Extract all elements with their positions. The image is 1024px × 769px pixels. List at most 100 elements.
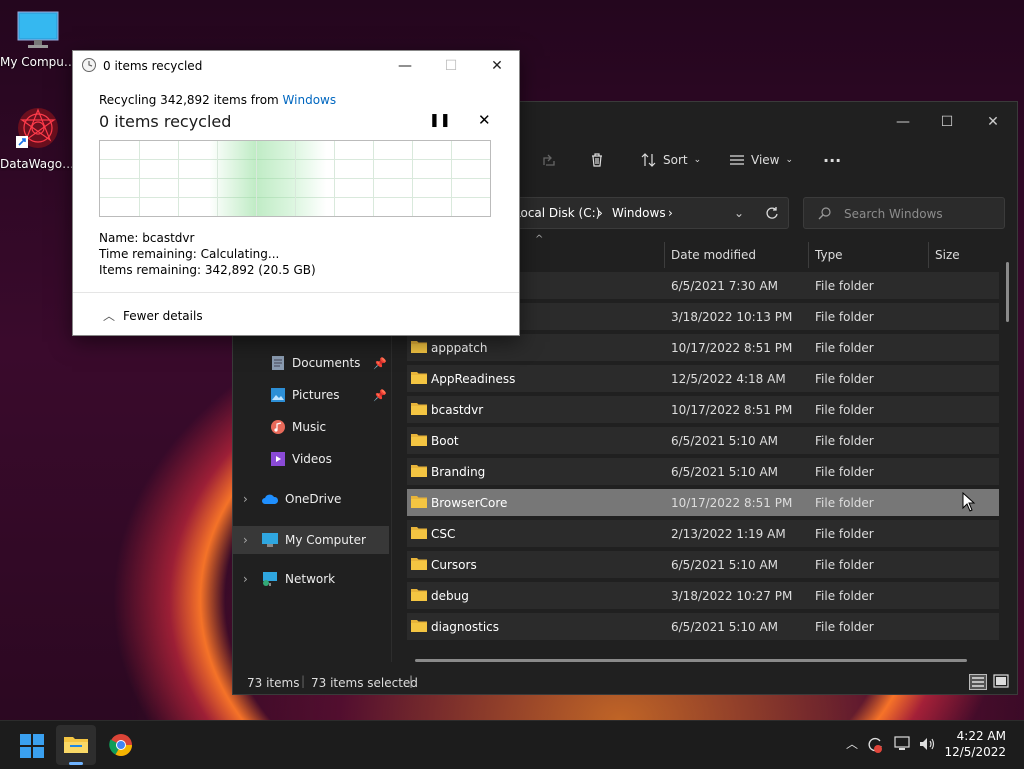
file-type: File folder: [815, 372, 874, 386]
selected-count: 73 items selected: [311, 676, 418, 690]
expand-chevron-icon[interactable]: ›: [243, 572, 253, 586]
file-date: 2/13/2022 1:19 AM: [671, 527, 786, 541]
desktop-icon-label: My Computer: [0, 55, 76, 69]
file-name: Cursors: [431, 558, 477, 572]
file-type: File folder: [815, 496, 874, 510]
nav-item-pictures[interactable]: Pictures 📌: [233, 381, 389, 409]
monitor-icon: [17, 11, 59, 48]
progress-heading: 0 items recycled: [99, 112, 232, 131]
nav-item-documents[interactable]: Documents 📌: [233, 349, 389, 377]
column-size[interactable]: Size: [935, 242, 960, 268]
source-folder-link[interactable]: Windows: [283, 93, 337, 107]
nav-item-music[interactable]: Music: [233, 413, 389, 441]
file-date: 6/5/2021 5:10 AM: [671, 558, 779, 572]
videos-icon: [271, 452, 285, 466]
nav-label: OneDrive: [285, 492, 342, 506]
network-status-icon[interactable]: [894, 736, 912, 752]
pause-button[interactable]: ❚❚: [429, 113, 451, 128]
tiles-view-icon[interactable]: [993, 674, 1009, 690]
expand-chevron-icon[interactable]: ›: [243, 492, 253, 506]
file-type: File folder: [815, 403, 874, 417]
nav-item-onedrive[interactable]: › OneDrive: [233, 485, 389, 513]
desktop-icon-label: DataWagon...: [0, 157, 76, 171]
volume-icon[interactable]: [918, 736, 936, 752]
fewer-details-label: Fewer details: [123, 309, 203, 323]
file-date: 6/5/2021 7:30 AM: [671, 279, 779, 293]
file-name: debug: [431, 589, 469, 603]
table-row[interactable]: CSC 2/13/2022 1:19 AM File folder: [407, 520, 999, 547]
more-icon: ···: [823, 150, 842, 170]
taskbar-file-explorer-button[interactable]: [56, 725, 96, 765]
horizontal-scrollbar[interactable]: [415, 659, 967, 662]
minimize-button[interactable]: —: [889, 108, 917, 136]
desktop-icon-datawagon[interactable]: DataWagon...: [0, 106, 76, 171]
table-row[interactable]: diagnostics 6/5/2021 5:10 AM File folder: [407, 613, 999, 640]
fewer-details-button[interactable]: ︿ Fewer details: [103, 307, 203, 324]
onedrive-cloud-icon: [262, 494, 279, 504]
chrome-icon[interactable]: [109, 733, 133, 757]
detail-items-value: 342,892 (20.5 GB): [204, 263, 316, 277]
clock[interactable]: 4:22 AM 12/5/2022: [944, 728, 1006, 760]
search-icon: [818, 207, 831, 220]
maximize-button[interactable]: ☐: [933, 108, 961, 136]
address-history-chevron-icon[interactable]: ⌄: [734, 206, 744, 220]
file-date: 12/5/2022 4:18 AM: [671, 372, 786, 386]
folder-icon: [411, 403, 427, 415]
start-windows-icon[interactable]: [20, 734, 44, 758]
detail-items-label: Items remaining:: [99, 263, 202, 277]
nav-item-videos[interactable]: Videos: [233, 445, 389, 473]
dialog-minimize-button[interactable]: —: [393, 55, 417, 77]
breadcrumb-windows[interactable]: Windows: [612, 206, 666, 220]
search-input[interactable]: [842, 204, 996, 224]
file-name: apppatch: [431, 341, 488, 355]
vertical-scrollbar[interactable]: [1006, 262, 1009, 322]
dialog-close-button[interactable]: ✕: [485, 55, 509, 77]
folder-icon: [411, 465, 427, 477]
table-row[interactable]: apppatch 10/17/2022 8:51 PM File folder: [407, 334, 999, 361]
column-type[interactable]: Type: [815, 242, 843, 268]
chevron-up-icon: ︿: [103, 309, 116, 323]
cancel-button[interactable]: ✕: [478, 111, 491, 129]
detail-name-value: bcastdvr: [142, 231, 195, 245]
expand-chevron-icon[interactable]: ›: [243, 533, 253, 547]
sort-button[interactable]: Sort ⌄: [641, 142, 701, 178]
nav-item-my-computer[interactable]: › My Computer: [233, 526, 389, 554]
mouse-cursor-icon: [962, 492, 976, 512]
sync-alert-icon[interactable]: [866, 736, 884, 754]
close-button[interactable]: ✕: [979, 108, 1007, 136]
status-bar: 73 items | 73 items selected |: [233, 668, 1017, 694]
delete-button[interactable]: [589, 142, 605, 178]
show-hidden-icons-chevron-icon[interactable]: ︿: [846, 735, 858, 752]
nav-label: Music: [292, 420, 327, 434]
breadcrumb-separator-icon: ›: [668, 206, 673, 220]
search-box[interactable]: [803, 197, 1005, 229]
share-button[interactable]: [541, 142, 557, 178]
recycle-source-line: Recycling 342,892 items from Windows: [99, 93, 336, 107]
dialog-maximize-button[interactable]: ☐: [439, 55, 463, 77]
nav-item-network[interactable]: › Network: [233, 565, 389, 593]
file-type: File folder: [815, 434, 874, 448]
table-row[interactable]: Boot 6/5/2021 5:10 AM File folder: [407, 427, 999, 454]
table-row[interactable]: bcastdvr 10/17/2022 8:51 PM File folder: [407, 396, 999, 423]
nav-label: My Computer: [285, 533, 366, 547]
see-more-button[interactable]: ···: [823, 142, 841, 178]
pictures-icon: [271, 388, 285, 402]
file-name: diagnostics: [431, 620, 500, 634]
file-date: 10/17/2022 8:51 PM: [671, 403, 793, 417]
table-row[interactable]: debug 3/18/2022 10:27 PM File folder: [407, 582, 999, 609]
breadcrumb-local-disk[interactable]: Local Disk (C:): [514, 206, 600, 220]
table-row[interactable]: Branding 6/5/2021 5:10 AM File folder: [407, 458, 999, 485]
file-name: Boot: [431, 434, 459, 448]
details-view-icon[interactable]: [969, 674, 987, 690]
file-type: File folder: [815, 558, 874, 572]
pin-icon: 📌: [373, 356, 387, 370]
column-date-modified[interactable]: Date modified: [671, 242, 756, 268]
desktop-icon-my-computer[interactable]: My Computer: [0, 10, 76, 69]
trash-icon: [592, 153, 602, 167]
table-row[interactable]: BrowserCore 10/17/2022 8:51 PM File folder: [407, 489, 999, 516]
progress-graph: [99, 140, 491, 217]
table-row[interactable]: AppReadiness 12/5/2022 4:18 AM File folder: [407, 365, 999, 392]
view-button[interactable]: View ⌄: [729, 142, 793, 178]
table-row[interactable]: Cursors 6/5/2021 5:10 AM File folder: [407, 551, 999, 578]
refresh-icon[interactable]: [765, 206, 779, 220]
